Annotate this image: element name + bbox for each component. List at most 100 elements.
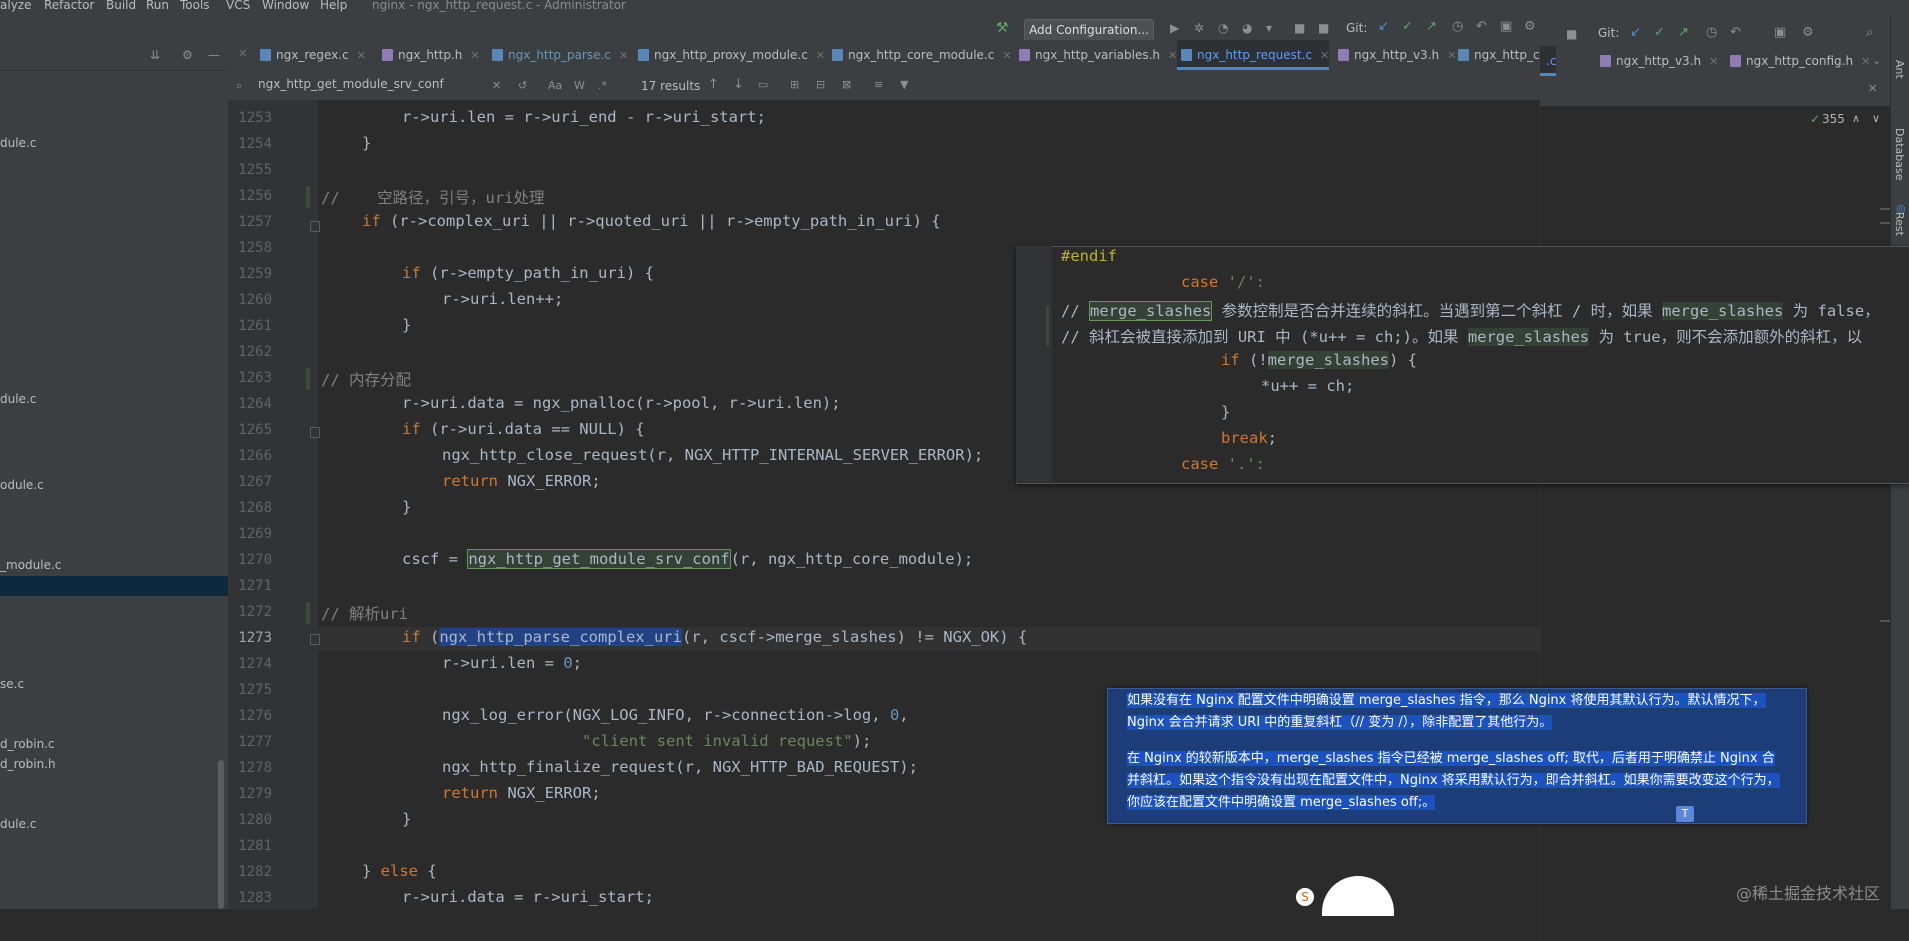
tab-right-partial[interactable]: .c [1540,46,1557,76]
close-icon[interactable]: ✕ [1002,49,1011,62]
git-commit-right-icon[interactable]: ✓ [1654,25,1665,40]
close-icon[interactable]: ✕ [1168,49,1177,62]
run-icon[interactable]: ▶ [1170,21,1179,35]
menu-help[interactable]: Help [320,0,347,12]
rest-tool-button[interactable]: Rest [1893,212,1906,236]
next-highlight-icon[interactable]: ∨ [1872,112,1880,125]
panel-settings-icon[interactable]: ⚙ [182,48,193,62]
build-project-icon[interactable]: ■ [1318,21,1329,35]
more-run-icon[interactable]: ▾ [1266,21,1272,35]
prev-highlight-icon[interactable]: ∧ [1852,112,1860,125]
menu-build[interactable]: Build [106,0,136,12]
add-configuration-button[interactable]: Add Configuration... [1024,19,1154,41]
tab-ngx-http-v3[interactable]: ngx_http_v3.h ✕ [1334,40,1456,70]
git-push-right-icon[interactable]: ↗ [1678,25,1689,40]
project-scrollbar[interactable] [218,760,224,909]
error-stripe-mark[interactable] [1880,208,1890,210]
tab-ngx-regex[interactable]: ngx_regex.c ✕ [256,40,366,70]
menu-tools[interactable]: Tools [180,0,210,12]
prev-occurrence-icon[interactable]: ↑ [708,77,719,92]
fold-marker-icon[interactable] [310,634,320,645]
history-icon[interactable]: ↺ [518,79,527,92]
tab-list-chevron-icon[interactable]: ⌄ [1872,54,1881,67]
menu-run[interactable]: Run [146,0,169,12]
error-stripe-mark[interactable] [1880,222,1890,224]
tab-ngx-http-h[interactable]: ngx_http.h ✕ [378,40,480,70]
menu-vcs[interactable]: VCS [226,0,250,12]
close-icon[interactable]: ✕ [1709,55,1718,68]
ant-tool-button[interactable]: Ant [1893,60,1906,79]
tab-right-ngx-http-v3[interactable]: ngx_http_v3.h ✕ [1596,46,1718,76]
tree-item[interactable]: se.c [0,677,24,691]
git-push-icon[interactable]: ↗ [1426,19,1437,34]
close-icon[interactable]: ✕ [816,49,825,62]
stop-icon[interactable]: ■ [1294,21,1305,35]
git-rollback-icon[interactable]: ↶ [1476,19,1487,34]
tab-right-ngx-http-config[interactable]: ngx_http_config.h ✕ [1726,46,1870,76]
settings-icon[interactable]: ⚙ [1524,19,1536,34]
tab-ngx-http-request[interactable]: ngx_http_request.c ✕ [1177,40,1330,70]
hide-panel-icon[interactable]: — [208,48,220,62]
search-everywhere-icon[interactable]: ⌕ [1866,25,1873,40]
git-history-icon[interactable]: ◷ [1452,19,1463,34]
rest-client-icon[interactable]: ◎ [1896,202,1906,215]
tree-item[interactable]: dule.c [0,817,36,831]
tab-close-fragment-icon[interactable]: ✕ [238,47,247,60]
build-hammer-icon[interactable]: ⚒ [996,20,1009,36]
fold-marker-icon[interactable] [310,221,320,232]
tree-item[interactable]: dule.c [0,136,36,150]
coverage-icon[interactable]: ◔ [1218,21,1228,35]
tree-item[interactable]: d_robin.c [0,737,55,751]
tree-item[interactable]: dule.c [0,392,36,406]
menu-analyze[interactable]: alyze [0,0,31,12]
close-find-icon[interactable]: ✕ [1868,82,1877,95]
error-stripe-mark[interactable] [1880,620,1890,622]
git-history-right-icon[interactable]: ◷ [1706,25,1717,40]
close-icon[interactable]: ✕ [357,49,366,62]
project-structure-icon[interactable]: ▣ [1500,19,1512,34]
fold-marker-icon[interactable] [310,427,320,438]
search-input[interactable]: ngx_http_get_module_srv_conf [258,77,444,91]
match-case-toggle[interactable]: Aa [548,79,562,92]
tab-ngx-http-core-module[interactable]: ngx_http_core_module.c ✕ [828,40,1012,70]
menu-refactor[interactable]: Refactor [44,0,94,12]
filter-icon[interactable]: ▼ [900,78,908,91]
tree-item[interactable]: _module.c [0,558,61,572]
git-update-right-icon[interactable]: ↙ [1630,25,1641,40]
regex-toggle[interactable]: .* [598,79,607,92]
remove-selection-icon[interactable]: ⊟ [816,78,825,91]
settings-right-icon[interactable]: ⚙ [1802,25,1814,40]
tab-ngx-http-co[interactable]: ngx_http_co [1454,40,1547,70]
git-commit-icon[interactable]: ✓ [1402,19,1413,34]
inspection-count[interactable]: 355 [1822,112,1845,126]
project-structure-right-icon[interactable]: ▣ [1774,25,1786,40]
stop-right-icon[interactable]: ■ [1566,27,1577,41]
close-icon[interactable]: ✕ [1861,55,1870,68]
translate-button[interactable]: T [1676,806,1694,822]
database-tool-button[interactable]: Database [1893,128,1906,181]
selected-text[interactable]: ngx_http_parse_complex_uri [439,628,682,646]
menu-window[interactable]: Window [262,0,309,12]
search-icon[interactable]: ⌕ [236,79,242,93]
open-in-window-icon[interactable]: ▭ [758,78,768,91]
filter-options-icon[interactable]: ≡ [874,78,883,91]
tree-item[interactable]: odule.c [0,478,44,492]
clear-search-icon[interactable]: ✕ [492,79,501,92]
next-occurrence-icon[interactable]: ↓ [733,77,744,92]
profile-icon[interactable]: ◕ [1242,21,1252,35]
close-icon[interactable]: ✕ [619,49,628,62]
tab-ngx-http-proxy-module[interactable]: ngx_http_proxy_module.c ✕ [634,40,825,70]
tree-item[interactable]: d_robin.h [0,757,56,771]
collapse-all-icon[interactable]: ⇊ [150,48,160,62]
add-selection-icon[interactable]: ⊞ [790,78,799,91]
git-rollback-right-icon[interactable]: ↶ [1730,25,1741,40]
close-icon[interactable]: ✕ [1320,49,1329,62]
tab-ngx-http-parse[interactable]: ngx_http_parse.c ✕ [488,40,628,70]
select-all-occurrences-icon[interactable]: ⊠ [842,78,851,91]
search-match[interactable]: ngx_http_get_module_srv_conf [467,549,731,569]
close-icon[interactable]: ✕ [470,49,479,62]
git-update-icon[interactable]: ↙ [1378,19,1389,34]
tab-ngx-http-variables[interactable]: ngx_http_variables.h ✕ [1015,40,1177,70]
debug-icon[interactable]: ✲ [1194,21,1204,35]
whole-words-toggle[interactable]: W [574,79,585,92]
